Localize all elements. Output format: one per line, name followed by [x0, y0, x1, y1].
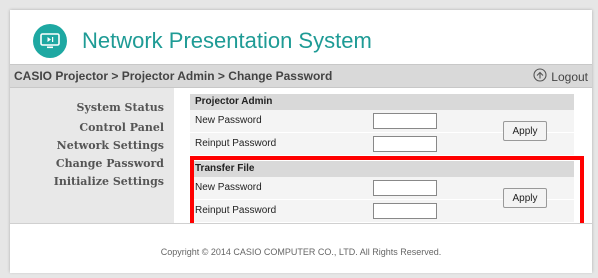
sidebar-item-initialize-settings[interactable]: Initialize Settings: [10, 173, 174, 191]
sidebar-item-system-status[interactable]: System Status: [10, 99, 174, 117]
apply-button[interactable]: Apply: [503, 121, 547, 141]
logout-label: Logout: [551, 69, 588, 84]
sidebar-item-control-panel[interactable]: Control Panel: [10, 119, 174, 137]
footer: Copyright © 2014 CASIO COMPUTER CO., LTD…: [10, 223, 592, 273]
section-title: Projector Admin: [190, 94, 574, 110]
field-label: Reinput Password: [195, 138, 277, 149]
new-password-input[interactable]: [373, 113, 437, 129]
logout-button[interactable]: Logout: [533, 68, 588, 85]
app-window: Network Presentation System CASIO Projec…: [10, 10, 592, 273]
power-icon: [533, 68, 547, 85]
projector-admin-section: Projector Admin New Password Reinput Pas…: [190, 94, 574, 156]
app-title: Network Presentation System: [82, 28, 372, 53]
sidebar: System Status Control Panel Network Sett…: [10, 88, 174, 223]
screen-play-icon: [33, 24, 67, 58]
sidebar-item-change-password[interactable]: Change Password: [10, 155, 174, 173]
reinput-password-input[interactable]: [373, 136, 437, 152]
app-header: Network Presentation System: [10, 10, 592, 64]
breadcrumb-bar: CASIO Projector > Projector Admin > Chan…: [10, 64, 592, 88]
sidebar-item-network-settings[interactable]: Network Settings: [10, 137, 174, 155]
field-label: New Password: [195, 115, 262, 126]
breadcrumb: CASIO Projector > Projector Admin > Chan…: [14, 69, 333, 83]
copyright-text: Copyright © 2014 CASIO COMPUTER CO., LTD…: [160, 247, 442, 257]
